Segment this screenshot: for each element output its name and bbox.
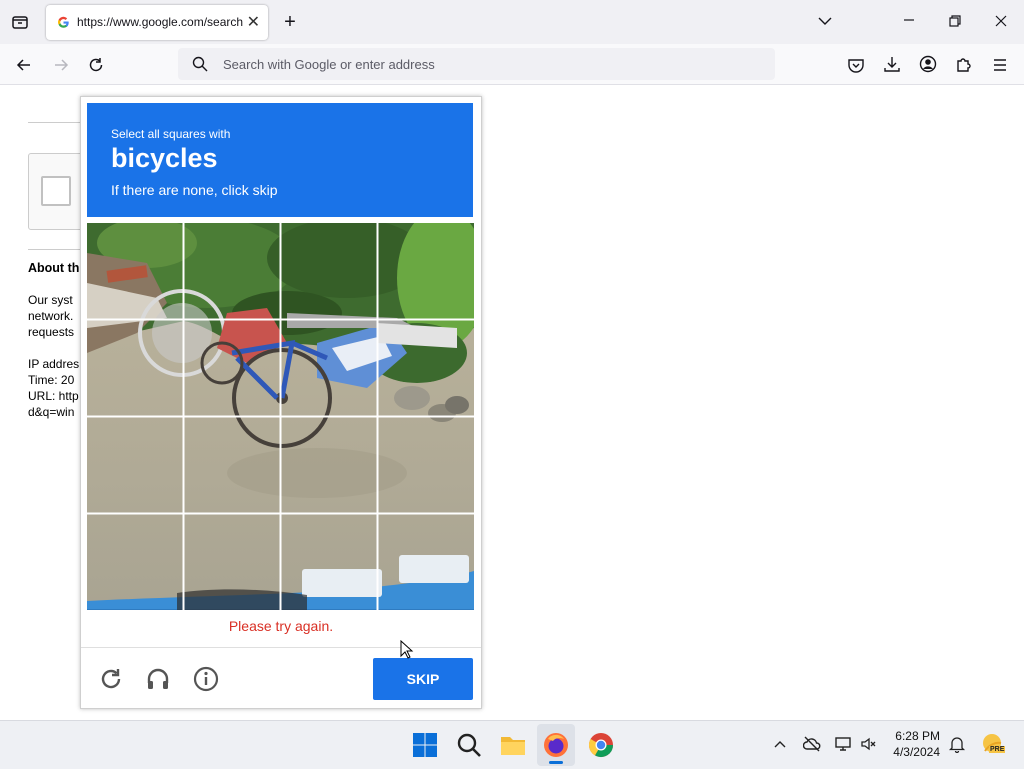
grid-tile-1-4[interactable] bbox=[378, 223, 473, 318]
clock-date[interactable]: 4/3/2024 bbox=[882, 745, 940, 759]
close-window-icon[interactable] bbox=[994, 14, 1008, 28]
tab-title: https://www.google.com/search bbox=[77, 15, 244, 29]
grid-tile-2-2[interactable] bbox=[184, 320, 279, 415]
grid-tile-2-1[interactable] bbox=[87, 320, 182, 415]
notifications-icon[interactable] bbox=[948, 735, 966, 753]
info-line: IP addres bbox=[28, 357, 80, 371]
file-explorer-icon[interactable] bbox=[499, 731, 527, 759]
account-icon[interactable] bbox=[919, 55, 937, 73]
challenge-target: bicycles bbox=[111, 143, 218, 173]
reload-icon[interactable] bbox=[87, 56, 105, 74]
footer-divider bbox=[81, 647, 481, 648]
address-bar[interactable]: Search with Google or enter address bbox=[178, 48, 775, 80]
clock-time[interactable]: 6:28 PM bbox=[882, 729, 940, 743]
info-icon[interactable] bbox=[192, 665, 220, 693]
onedrive-offline-icon[interactable] bbox=[803, 735, 821, 753]
restore-icon[interactable] bbox=[948, 14, 962, 28]
app-menu-icon[interactable] bbox=[991, 56, 1009, 74]
grid-tile-3-2[interactable] bbox=[184, 417, 279, 512]
address-placeholder: Search with Google or enter address bbox=[223, 57, 435, 72]
forward-icon[interactable] bbox=[52, 56, 70, 74]
active-app-indicator bbox=[549, 761, 563, 764]
grid-tile-1-3[interactable] bbox=[281, 223, 376, 318]
info-line: Time: 20 bbox=[28, 373, 75, 387]
back-icon[interactable] bbox=[15, 56, 33, 74]
downloads-icon[interactable] bbox=[883, 55, 901, 73]
body-line: Our syst bbox=[28, 293, 73, 307]
audio-challenge-icon[interactable] bbox=[144, 665, 172, 693]
challenge-subtext: If there are none, click skip bbox=[111, 182, 278, 198]
grid-tile-4-3[interactable] bbox=[281, 514, 376, 609]
recaptcha-checkbox[interactable] bbox=[41, 176, 71, 206]
pocket-icon[interactable] bbox=[847, 56, 865, 74]
grid-tile-4-2[interactable] bbox=[184, 514, 279, 609]
info-line: URL: http bbox=[28, 389, 79, 403]
challenge-header: Select all squares with bicycles If ther… bbox=[87, 103, 473, 217]
minimize-icon[interactable] bbox=[902, 13, 916, 27]
recaptcha-challenge: Select all squares with bicycles If ther… bbox=[80, 96, 482, 709]
challenge-instruction: Select all squares with bbox=[111, 127, 231, 141]
chrome-icon[interactable] bbox=[587, 731, 615, 759]
show-hidden-icons-icon[interactable] bbox=[773, 737, 787, 751]
firefox-view-icon[interactable] bbox=[10, 12, 30, 32]
grid-tile-4-4[interactable] bbox=[378, 514, 473, 609]
search-taskbar-icon[interactable] bbox=[455, 731, 483, 759]
grid-tile-4-1[interactable] bbox=[87, 514, 182, 609]
grid-tile-1-1[interactable] bbox=[87, 223, 182, 318]
new-tab-icon[interactable]: + bbox=[280, 12, 300, 32]
search-icon bbox=[192, 56, 208, 72]
network-icon[interactable] bbox=[834, 735, 852, 753]
info-line: d&q=win bbox=[28, 405, 75, 419]
firefox-icon[interactable] bbox=[542, 731, 570, 759]
grid-tile-3-3[interactable] bbox=[281, 417, 376, 512]
divider bbox=[28, 249, 88, 250]
skip-button[interactable]: SKIP bbox=[373, 658, 473, 700]
close-tab-icon[interactable]: ✕ bbox=[247, 12, 260, 32]
body-line: requests bbox=[28, 325, 75, 339]
weather-badge: PRE bbox=[989, 746, 1006, 753]
list-all-tabs-icon[interactable] bbox=[817, 13, 833, 29]
extensions-icon[interactable] bbox=[955, 55, 973, 73]
grid-tile-2-4[interactable] bbox=[378, 320, 473, 415]
mouse-cursor-icon bbox=[400, 640, 414, 660]
weather-widget-icon[interactable]: PRE bbox=[980, 731, 1006, 757]
windows-start-icon[interactable] bbox=[411, 731, 439, 759]
tab-google-search[interactable]: https://www.google.com/search ✕ bbox=[46, 5, 268, 40]
image-grid bbox=[87, 223, 474, 610]
google-favicon-icon bbox=[57, 16, 70, 29]
divider bbox=[28, 122, 88, 123]
reload-challenge-icon[interactable] bbox=[97, 665, 125, 693]
body-line: network. bbox=[28, 309, 74, 323]
error-message: Please try again. bbox=[228, 618, 334, 634]
grid-tile-3-1[interactable] bbox=[87, 417, 182, 512]
about-heading: About th bbox=[28, 261, 80, 275]
grid-tile-3-4[interactable] bbox=[378, 417, 473, 512]
grid-tile-2-3[interactable] bbox=[281, 320, 376, 415]
grid-tile-1-2[interactable] bbox=[184, 223, 279, 318]
volume-muted-icon[interactable] bbox=[860, 735, 878, 753]
